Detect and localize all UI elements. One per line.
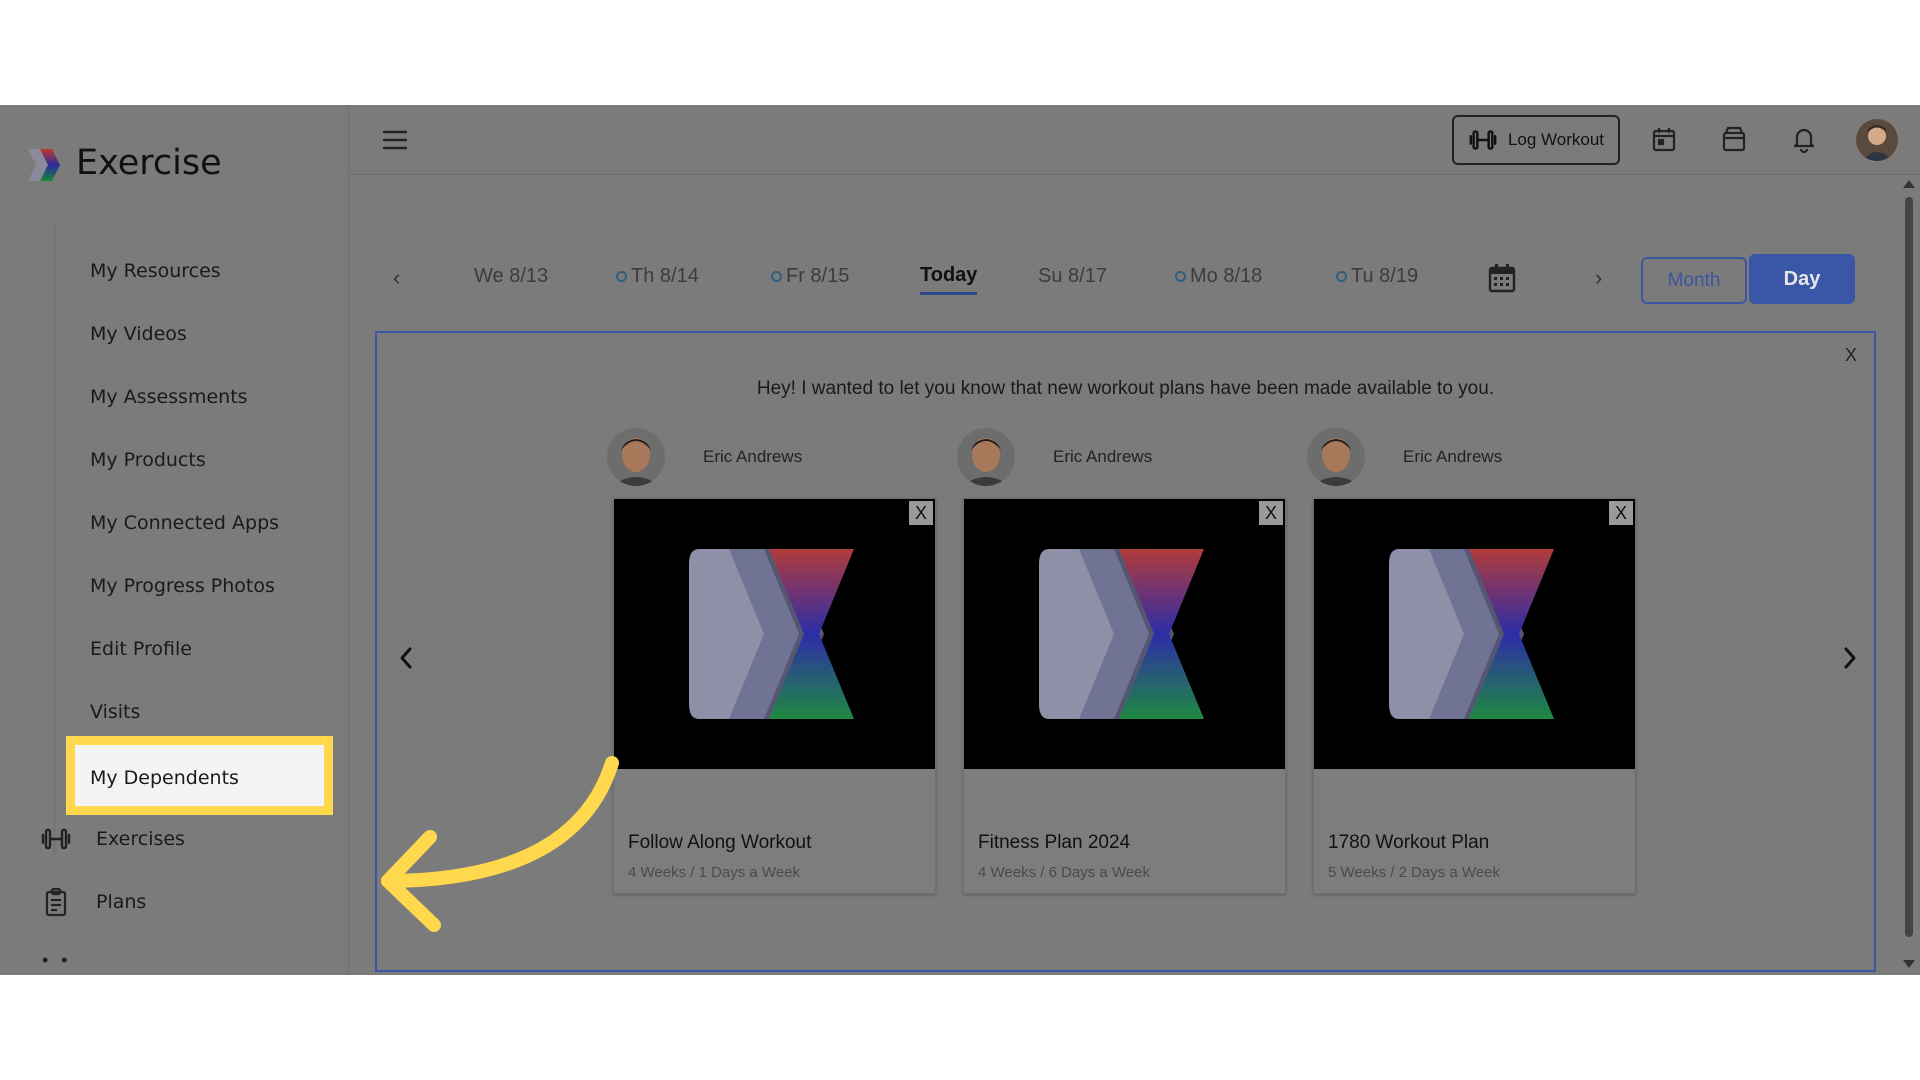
sidebar-item-edit-profile[interactable]: Edit Profile (90, 638, 192, 660)
user-avatar[interactable] (1856, 119, 1898, 161)
plan-title: 1780 Workout Plan (1328, 832, 1490, 853)
event-dot-icon (1175, 271, 1186, 282)
sidebar-more-indicator: • • (42, 950, 72, 970)
subnav-divider (54, 223, 55, 855)
date-item[interactable]: Su 8/17 (1038, 265, 1107, 288)
plan-subtitle: 4 Weeks / 6 Days a Week (978, 864, 1151, 881)
calendar-picker-icon[interactable] (1488, 263, 1516, 293)
app-brand: Exercise (76, 143, 222, 183)
store-icon[interactable] (1720, 125, 1748, 153)
sidebar: Exercise My Resources My Videos My Asses… (0, 105, 349, 975)
sidebar-item-my-resources[interactable]: My Resources (90, 260, 221, 282)
top-bar: Log Workout (350, 105, 1920, 175)
card-close-button[interactable]: X (1259, 501, 1283, 525)
sidebar-item-label: My Dependents (90, 767, 239, 789)
plan-card-body[interactable]: X Fitness Plan 2024 4 Weeks / 6 Days a W… (963, 498, 1286, 894)
plan-subtitle: 4 Weeks / 1 Days a Week (628, 864, 801, 881)
panel-close-button[interactable]: X (1845, 345, 1857, 366)
card-close-button[interactable]: X (1609, 501, 1633, 525)
date-label: Th 8/14 (631, 265, 699, 287)
carousel-next-icon[interactable] (1839, 643, 1861, 673)
sidebar-item-my-progress-photos[interactable]: My Progress Photos (90, 575, 275, 597)
card-author: Eric Andrews (957, 428, 1152, 486)
sidebar-item-my-products[interactable]: My Products (90, 449, 206, 471)
sidebar-item-label: Plans (96, 891, 147, 913)
sidebar-item-my-assessments[interactable]: My Assessments (90, 386, 248, 408)
log-workout-label: Log Workout (1507, 130, 1605, 149)
sidebar-item-visits[interactable]: Visits (90, 701, 140, 723)
panel-message: Hey! I wanted to let you know that new w… (756, 378, 1495, 399)
sidebar-item-my-videos[interactable]: My Videos (90, 323, 187, 345)
plan-thumbnail (964, 499, 1285, 769)
plan-title: Follow Along Workout (628, 832, 812, 853)
author-name: Eric Andrews (1053, 447, 1153, 466)
sidebar-item-my-connected-apps[interactable]: My Connected Apps (90, 512, 279, 534)
author-name: Eric Andrews (1403, 447, 1503, 466)
sidebar-item-plans[interactable]: Plans (40, 886, 146, 918)
date-label: Fr 8/15 (786, 265, 850, 287)
event-dot-icon (616, 271, 627, 282)
dumbbell-icon (41, 828, 71, 850)
plan-logo-image (689, 549, 854, 719)
card-close-button[interactable]: X (909, 501, 933, 525)
plan-thumbnail (614, 499, 935, 769)
author-avatar (607, 428, 665, 486)
event-dot-icon (771, 271, 782, 282)
sidebar-item-label: Exercises (96, 828, 185, 850)
date-item[interactable]: Fr 8/15 (771, 265, 849, 288)
event-dot-icon (1336, 271, 1347, 282)
date-label: Mo 8/18 (1190, 265, 1263, 287)
hamburger-menu-icon[interactable] (382, 129, 408, 151)
dumbbell-icon (1469, 130, 1497, 150)
avatar-image (1856, 119, 1898, 161)
date-item[interactable]: We 8/13 (474, 265, 548, 288)
scroll-up-arrow[interactable] (1903, 180, 1915, 188)
date-today-tab[interactable]: Today (920, 264, 978, 295)
month-view-button[interactable]: Month (1641, 257, 1747, 304)
date-label: Su 8/17 (1038, 265, 1107, 287)
plan-card-body[interactable]: X 1780 Workout Plan 5 Weeks / 2 Days a W… (1313, 498, 1636, 894)
carousel-prev-icon[interactable] (395, 643, 417, 673)
plan-thumbnail (1314, 499, 1635, 769)
scroll-down-arrow[interactable] (1903, 960, 1915, 968)
card-author: Eric Andrews (1307, 428, 1502, 486)
day-view-button[interactable]: Day (1749, 254, 1855, 304)
plan-title: Fitness Plan 2024 (978, 832, 1131, 853)
author-avatar (957, 428, 1015, 486)
exercise-logo-icon (28, 149, 60, 181)
date-item[interactable]: Th 8/14 (616, 265, 699, 288)
date-label: Tu 8/19 (1351, 265, 1419, 287)
date-item[interactable]: Tu 8/19 (1336, 265, 1418, 288)
calendar-icon[interactable] (1650, 125, 1678, 153)
new-plans-panel: X Hey! I wanted to let you know that new… (375, 331, 1876, 972)
date-next-button[interactable]: › (1595, 265, 1602, 291)
date-prev-button[interactable]: ‹ (393, 265, 400, 291)
card-author: Eric Andrews (607, 428, 802, 486)
date-item[interactable]: Mo 8/18 (1175, 265, 1262, 288)
plan-subtitle: 5 Weeks / 2 Days a Week (1328, 864, 1501, 881)
author-avatar (1307, 428, 1365, 486)
author-name: Eric Andrews (703, 447, 803, 466)
plan-logo-image (1039, 549, 1204, 719)
plan-card-body[interactable]: X Follow Along Workout 4 Weeks / 1 Days … (613, 498, 936, 894)
log-workout-button[interactable]: Log Workout (1452, 115, 1620, 165)
sidebar-item-my-dependents[interactable]: My Dependents (66, 736, 333, 815)
scrollbar-thumb[interactable] (1905, 197, 1913, 937)
plan-logo-image (1389, 549, 1554, 719)
bell-icon[interactable] (1790, 125, 1818, 153)
sidebar-item-exercises[interactable]: Exercises (40, 823, 185, 855)
date-label: We 8/13 (474, 265, 549, 287)
app-window: Exercise My Resources My Videos My Asses… (0, 105, 1920, 975)
clipboard-icon (45, 887, 67, 917)
